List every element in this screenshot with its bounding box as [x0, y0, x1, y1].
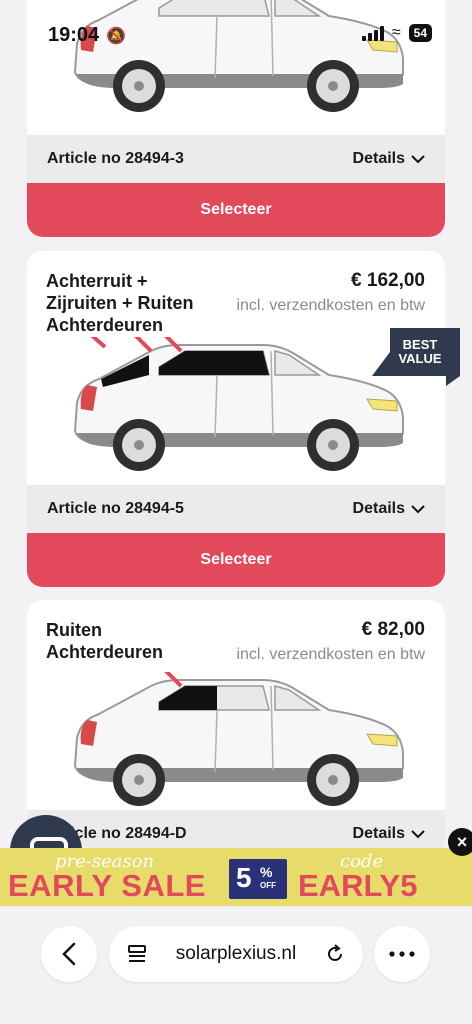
promo-discount-box: 5 % OFF [229, 859, 287, 899]
arrow-icon [90, 337, 107, 349]
promo-code: EARLY5 [298, 868, 418, 903]
promo-discount-number: 5 [236, 862, 252, 893]
close-icon[interactable]: × [448, 828, 472, 856]
more-icon [389, 951, 415, 957]
select-button[interactable]: Selecteer [27, 533, 445, 587]
product-title-line: Ruiten [46, 620, 102, 640]
promo-discount-off: OFF [260, 881, 276, 890]
car-illustration-rear-windows [67, 0, 407, 112]
browser-toolbar: solarplexius.nl [0, 906, 472, 1024]
product-title: Achterruit + Zijruiten + Ruiten Achterde… [46, 270, 194, 336]
promo-banner[interactable]: pre-season EARLY SALE 5 % OFF code EARLY… [0, 848, 472, 906]
product-price: € 162,00 [351, 270, 425, 291]
car-illustration-all-windows [67, 337, 407, 471]
product-card-body [27, 0, 445, 135]
promo-discount-percent: % [260, 864, 273, 880]
badge-text: BEST VALUE [392, 338, 448, 366]
article-bar: Article no 28494-5 Details [27, 485, 445, 533]
chevron-down-icon [411, 829, 425, 838]
badge-line: BEST [402, 337, 438, 352]
details-toggle[interactable]: Details [353, 825, 425, 843]
price-note: incl. verzendkosten en btw [236, 646, 425, 663]
product-card-1: Article no 28494-3 Details Selecteer [27, 0, 445, 237]
chevron-down-icon [411, 154, 425, 163]
article-number: Article no 28494-5 [47, 500, 184, 517]
product-card-3: Ruiten Achterdeuren € 82,00 incl. verzen… [27, 600, 445, 858]
car-illustration-rear-doors [67, 672, 407, 806]
details-label: Details [352, 825, 405, 842]
reload-icon[interactable] [325, 944, 345, 964]
chevron-down-icon [411, 504, 425, 513]
url-text: solarplexius.nl [175, 943, 297, 964]
details-toggle[interactable]: Details [353, 500, 425, 518]
product-title-line: Zijruiten + Ruiten [46, 293, 194, 313]
more-button[interactable] [374, 926, 430, 982]
product-title-line: Achterdeuren [46, 642, 164, 662]
product-card-2: Achterruit + Zijruiten + Ruiten Achterde… [27, 251, 445, 587]
badge-line: VALUE [398, 351, 442, 366]
best-value-badge: BEST VALUE [372, 328, 460, 386]
product-price: € 82,00 [361, 619, 425, 640]
promo-sale-label: EARLY SALE [8, 868, 206, 903]
article-number: Article no 28494-3 [47, 150, 184, 167]
article-bar: Article no 28494-3 Details [27, 135, 445, 183]
product-card-body: Ruiten Achterdeuren € 82,00 incl. verzen… [27, 600, 445, 810]
details-toggle[interactable]: Details [353, 150, 425, 168]
arrow-icon [134, 337, 153, 353]
price-note: incl. verzendkosten en btw [236, 297, 425, 314]
product-title: Ruiten Achterdeuren [46, 619, 163, 663]
details-label: Details [352, 500, 405, 517]
address-bar[interactable]: solarplexius.nl [109, 926, 363, 982]
back-button[interactable] [41, 926, 97, 982]
details-label: Details [352, 150, 405, 167]
select-button[interactable]: Selecteer [27, 183, 445, 237]
product-title-line: Achterdeuren [46, 315, 164, 335]
back-icon [62, 942, 76, 966]
product-title-line: Achterruit + [46, 271, 148, 291]
page-icon [128, 945, 146, 962]
